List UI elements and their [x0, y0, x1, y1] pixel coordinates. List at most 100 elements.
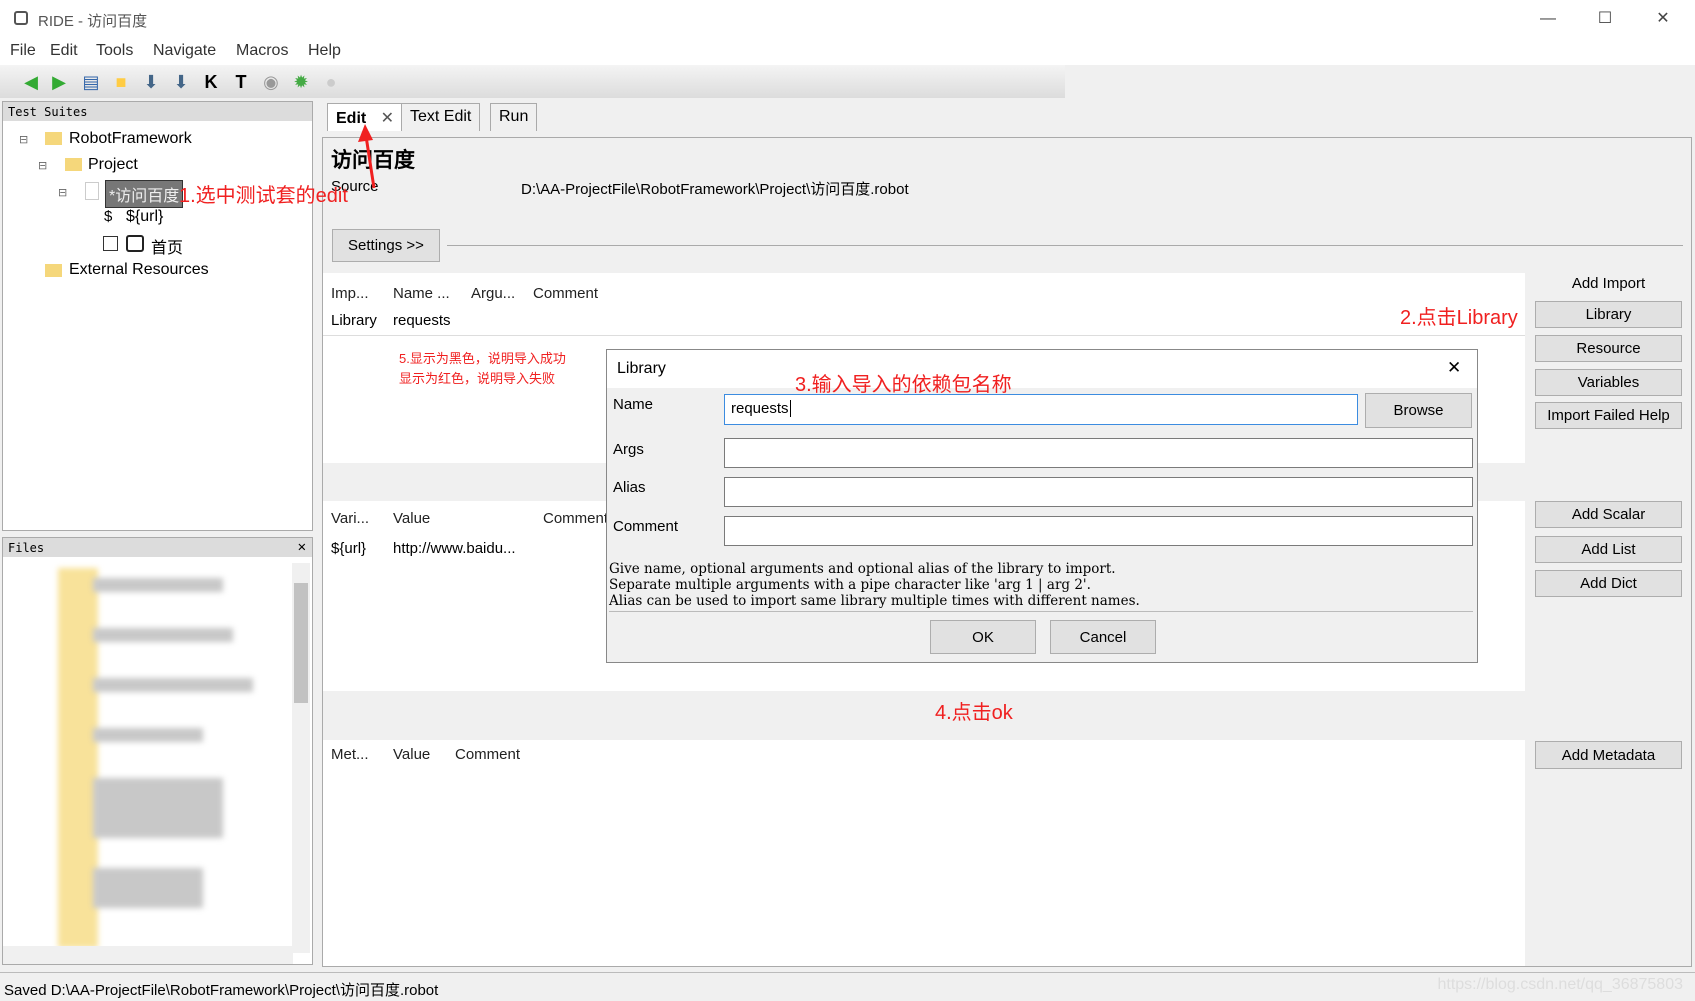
dialog-title-bar: Library ✕ — [607, 350, 1477, 388]
comment-label: Comment — [613, 518, 679, 535]
help-line: Alias can be used to import same library… — [609, 593, 1140, 609]
metadata-header: Value — [393, 746, 431, 763]
title-bar: RIDE - 访问百度 — ☐ ✕ — [0, 0, 1695, 38]
metadata-table: Met... Value Comment — [323, 740, 1525, 966]
browse-button[interactable]: Browse — [1365, 393, 1472, 428]
close-button[interactable]: ✕ — [1643, 6, 1683, 32]
resource-button[interactable]: Resource — [1535, 335, 1682, 362]
stop-icon[interactable]: ● — [320, 71, 342, 93]
library-button[interactable]: Library — [1535, 301, 1682, 328]
tree-item-suite-selected[interactable]: *访问百度 — [105, 180, 184, 208]
help-line: Give name, optional arguments and option… — [609, 561, 1116, 577]
add-metadata-button[interactable]: Add Metadata — [1535, 741, 1682, 769]
row-divider — [323, 335, 1525, 336]
add-list-button[interactable]: Add List — [1535, 536, 1682, 563]
menu-edit[interactable]: Edit — [50, 42, 78, 60]
dialog-divider — [609, 611, 1473, 612]
dialog-title: Library — [617, 360, 666, 377]
run-icon[interactable]: ◉ — [260, 71, 282, 93]
collapse-icon[interactable]: ⊟ — [19, 133, 28, 146]
maximize-button[interactable]: ☐ — [1585, 6, 1625, 32]
test-suites-panel: Test Suites ⊟ RobotFramework ⊟ Project ⊟… — [2, 101, 313, 531]
annotation-step4: 4.点击ok — [935, 702, 1013, 724]
settings-button[interactable]: Settings >> — [332, 229, 440, 262]
keyword-search-icon[interactable]: K — [200, 71, 222, 93]
annotation-arrow — [358, 124, 376, 189]
imports-header: Imp... — [331, 285, 369, 302]
collapse-icon[interactable]: ⊟ — [38, 159, 47, 172]
variables-button[interactable]: Variables — [1535, 369, 1682, 396]
files-horizontal-scrollbar[interactable] — [3, 946, 293, 964]
add-dict-button[interactable]: Add Dict — [1535, 570, 1682, 597]
library-dialog: Library ✕ Name requests Browse Args Alia… — [606, 349, 1478, 663]
help-text: Give name, optional arguments and option… — [609, 561, 1140, 609]
annotation-step5-line: 5.显示为黑色，说明导入成功 — [399, 351, 566, 366]
import-failed-help-button[interactable]: Import Failed Help — [1535, 402, 1682, 429]
test-suites-header: Test Suites — [3, 102, 312, 121]
blurred-folders — [58, 568, 98, 948]
tab-text-edit[interactable]: Text Edit — [401, 103, 481, 131]
metadata-header: Comment — [455, 746, 521, 763]
debug-icon[interactable]: ✹ — [290, 71, 312, 93]
file-icon — [85, 182, 99, 200]
annotation-step2: 2.点击Library — [1400, 307, 1518, 329]
import-name-cell[interactable]: requests — [393, 312, 451, 329]
back-icon[interactable]: ◀ — [20, 71, 42, 93]
help-line: Separate multiple arguments with a pipe … — [609, 577, 1091, 593]
import-type-cell[interactable]: Library — [331, 312, 377, 329]
tree-item-homepage[interactable]: 首页 — [151, 234, 183, 258]
variables-header: Vari... — [331, 510, 370, 527]
open-icon[interactable]: ▤ — [80, 71, 102, 93]
test-checkbox[interactable] — [103, 236, 118, 251]
tree-item-robotframework[interactable]: RobotFramework — [69, 130, 192, 148]
imports-header: Name ... — [393, 285, 450, 302]
comment-input[interactable] — [724, 516, 1473, 546]
variable-value-cell[interactable]: http://www.baidu... — [393, 540, 516, 557]
source-path: D:\AA-ProjectFile\RobotFramework\Project… — [521, 181, 909, 198]
minimize-button[interactable]: — — [1528, 6, 1568, 32]
folder-icon[interactable]: ■ — [110, 71, 132, 93]
tab-run[interactable]: Run — [490, 103, 538, 131]
dialog-close-icon[interactable]: ✕ — [1447, 358, 1461, 378]
folder-icon — [65, 158, 82, 171]
menu-navigate[interactable]: Navigate — [153, 42, 216, 60]
menu-file[interactable]: File — [10, 42, 36, 60]
variable-icon: $ — [104, 208, 113, 225]
blurred-item — [93, 868, 203, 908]
files-scrollbar[interactable] — [292, 563, 310, 953]
imports-header: Argu... — [471, 285, 516, 302]
menu-macros[interactable]: Macros — [236, 42, 288, 60]
test-search-icon[interactable]: T — [230, 71, 252, 93]
add-scalar-button[interactable]: Add Scalar — [1535, 501, 1682, 528]
menu-help[interactable]: Help — [308, 42, 341, 60]
external-folder-icon — [45, 264, 62, 277]
window-title: RIDE - 访问百度 — [38, 13, 148, 30]
menu-bar: File Edit Tools Navigate Macros Help — [0, 38, 1695, 65]
annotation-step5-line: 显示为红色，说明导入失败 — [399, 371, 556, 386]
blurred-item — [93, 678, 253, 692]
scrollbar-thumb[interactable] — [294, 583, 308, 703]
args-input[interactable] — [724, 438, 1473, 468]
annotation-step1: 1.选中测试套的edit — [179, 185, 348, 207]
save-all-icon[interactable]: ⬇ — [170, 71, 192, 93]
forward-icon[interactable]: ▶ — [48, 71, 70, 93]
files-header: Files ✕ — [3, 538, 312, 557]
save-icon[interactable]: ⬇ — [140, 71, 162, 93]
ok-button[interactable]: OK — [930, 620, 1036, 654]
name-label: Name — [613, 396, 654, 413]
cancel-button[interactable]: Cancel — [1050, 620, 1156, 654]
menu-tools[interactable]: Tools — [96, 42, 133, 60]
alias-input[interactable] — [724, 477, 1473, 507]
text-cursor — [789, 400, 791, 417]
tree-item-url[interactable]: ${url} — [126, 208, 163, 226]
variable-name-cell[interactable]: ${url} — [331, 540, 366, 557]
tree-item-external-resources[interactable]: External Resources — [69, 261, 209, 279]
collapse-icon[interactable]: ⊟ — [58, 186, 67, 199]
name-input[interactable]: requests — [724, 394, 1358, 425]
blurred-item — [93, 728, 203, 742]
imports-header: Comment — [533, 285, 599, 302]
files-title: Files — [8, 541, 45, 555]
files-close-icon[interactable]: ✕ — [298, 539, 306, 555]
tree-item-project[interactable]: Project — [88, 156, 138, 174]
folder-icon — [45, 132, 62, 145]
